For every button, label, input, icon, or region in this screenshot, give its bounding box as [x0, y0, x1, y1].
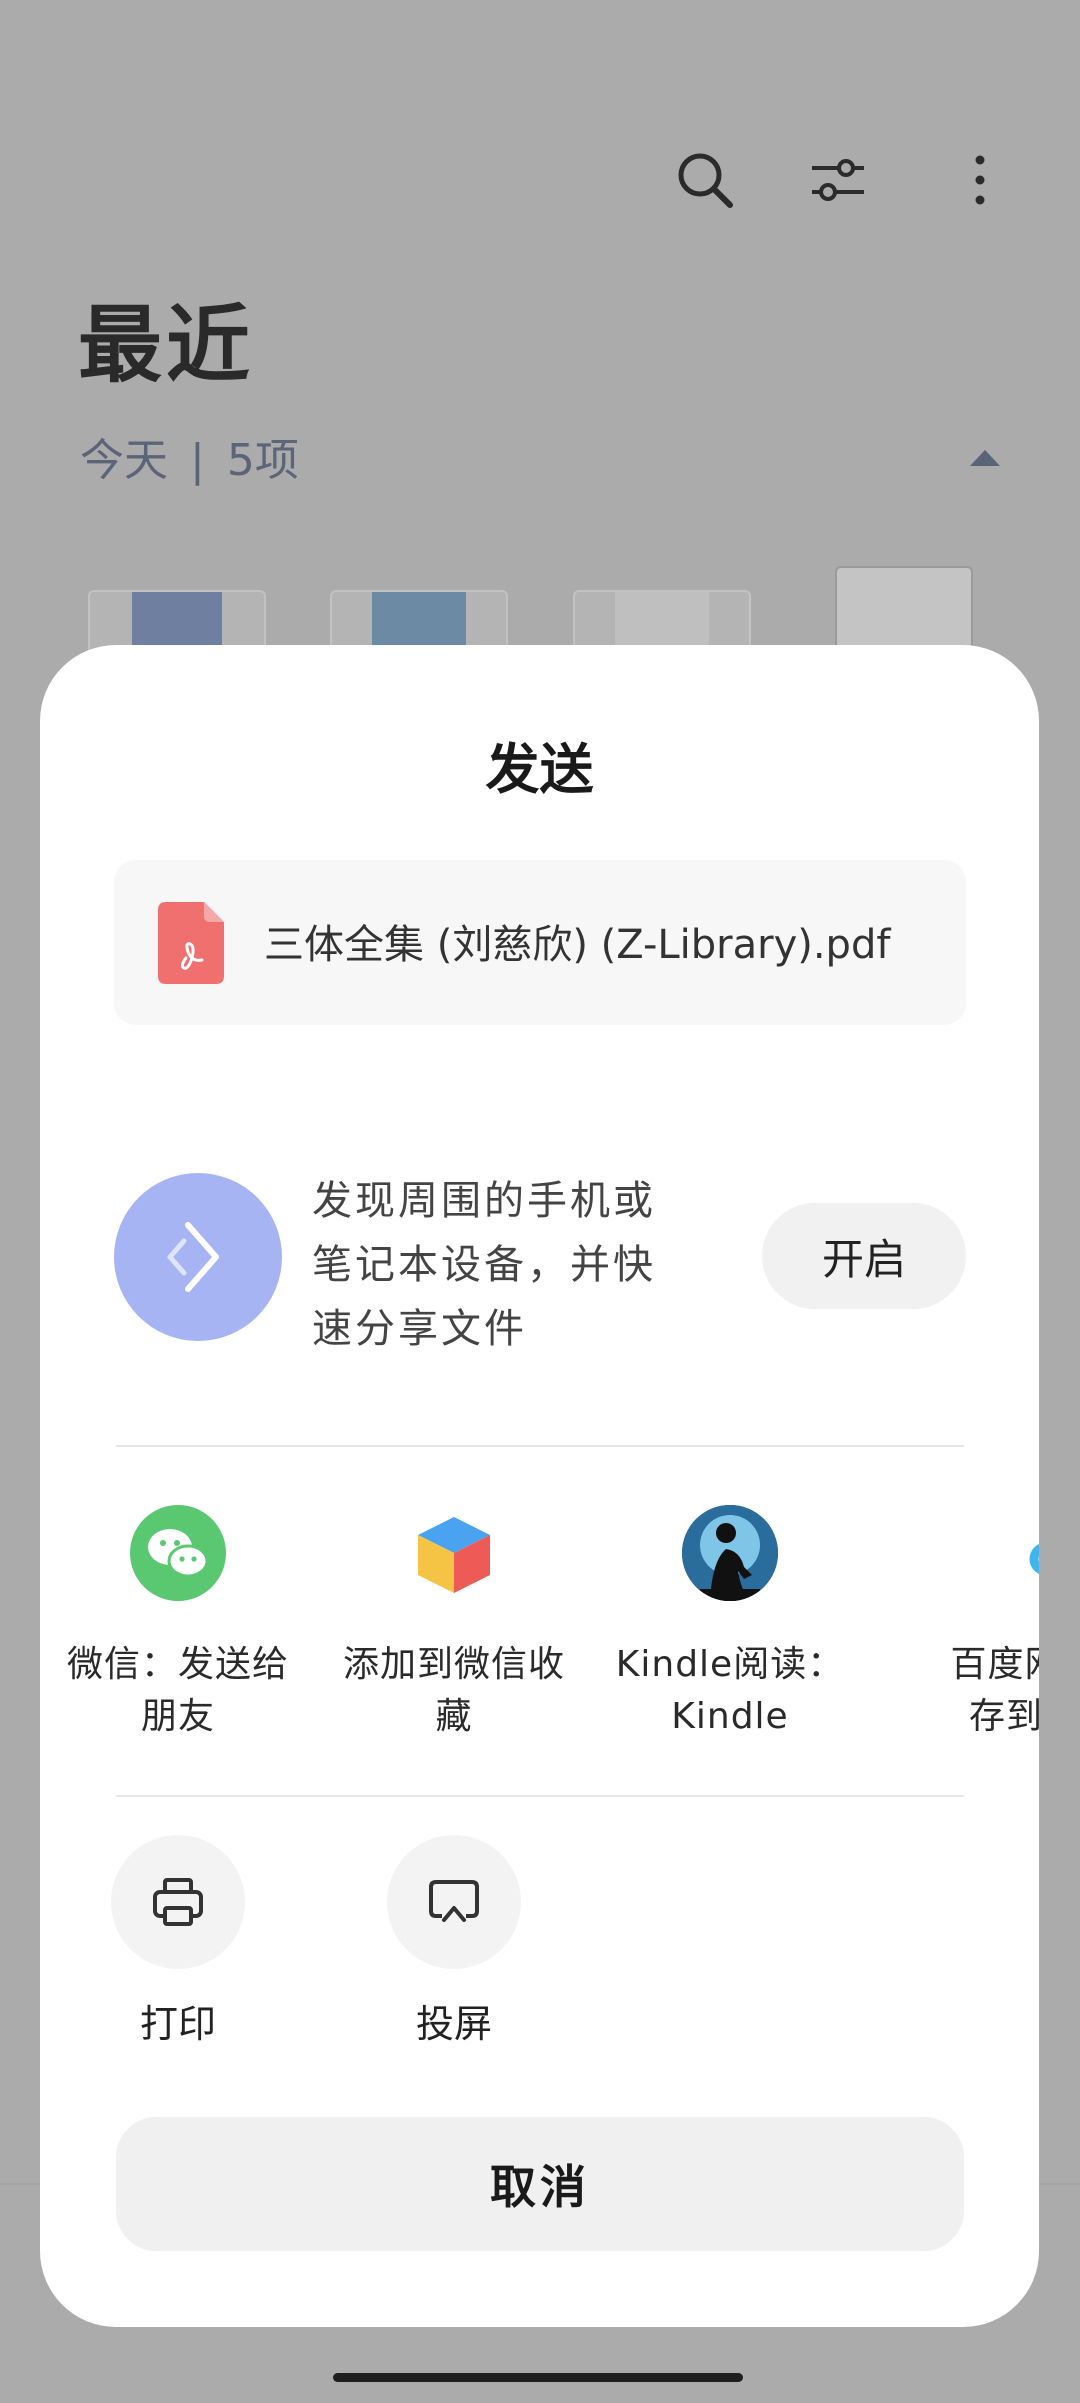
kindle-icon	[682, 1505, 778, 1601]
cancel-button[interactable]: 取消	[116, 2117, 964, 2251]
share-apps-row: 微信：发送给 朋友 添加到微信收 藏 Kindle阅读： Kindle 百度 存…	[40, 1505, 1039, 1765]
app-label: 微信：发送给 朋友	[40, 1639, 316, 1743]
print-action[interactable]: 打印	[40, 1835, 316, 2048]
nearby-share-section: 发现周围的手机或 笔记本设备，并快 速分享文件 开启	[114, 1173, 974, 1353]
app-label-line: Kindle阅读：	[615, 1644, 845, 1685]
wechat-favorites-icon	[406, 1505, 502, 1601]
item-count: 5项	[226, 435, 299, 486]
pdf-file-icon	[158, 902, 224, 984]
nearby-description-line: 发现周围的手机或	[312, 1178, 656, 1224]
enable-nearby-button[interactable]: 开启	[762, 1203, 966, 1309]
printer-icon	[111, 1835, 245, 1969]
nearby-description-line: 速分享文件	[312, 1306, 527, 1352]
file-card: 三体全集 (刘慈欣) (Z-Library).pdf	[114, 860, 966, 1025]
app-label: 百度网 存到	[868, 1639, 1039, 1743]
action-label: 投屏	[415, 2002, 492, 2046]
wechat-icon	[130, 1505, 226, 1601]
divider	[116, 1795, 964, 1797]
share-app-kindle[interactable]: Kindle阅读： Kindle	[592, 1505, 868, 1743]
screencast-icon	[387, 1835, 521, 1969]
more-icon[interactable]	[950, 150, 1010, 210]
nearby-share-description: 发现周围的手机或 笔记本设备，并快 速分享文件	[312, 1169, 672, 1361]
app-label-line: 百度网	[950, 1644, 1039, 1685]
app-label-line: 藏	[435, 1696, 473, 1737]
search-icon[interactable]	[675, 150, 735, 210]
app-label: 添加到微信收 藏	[316, 1639, 592, 1743]
collapse-arrow-icon[interactable]	[970, 450, 1000, 466]
divider	[116, 1445, 964, 1447]
app-label-line: 朋友	[140, 1696, 215, 1737]
nearby-description-line: 笔记本设备，并快	[312, 1242, 656, 1288]
day-label: 今天	[80, 435, 168, 486]
nearby-share-icon	[114, 1173, 282, 1341]
share-actions-row: 打印 投屏	[40, 1835, 1039, 2055]
baidu-netdisk-icon	[958, 1505, 1039, 1601]
share-app-wechat-favorites[interactable]: 添加到微信收 藏	[316, 1505, 592, 1743]
sheet-title: 发送	[485, 737, 594, 801]
filter-icon[interactable]	[808, 150, 868, 210]
screencast-action[interactable]: 投屏	[316, 1835, 592, 2048]
action-label: 打印	[139, 2002, 216, 2046]
share-app-baidu-netdisk[interactable]: 百度网 存到	[868, 1505, 1039, 1743]
app-label-line: Kindle	[671, 1696, 789, 1737]
app-label: Kindle阅读： Kindle	[592, 1639, 868, 1743]
app-label-line: 微信：发送给	[66, 1644, 289, 1685]
page-title: 最近	[78, 295, 255, 394]
recent-subtitle: 今天 | 5项	[80, 424, 299, 488]
share-app-wechat[interactable]: 微信：发送给 朋友	[40, 1505, 316, 1743]
home-indicator[interactable]	[333, 2373, 743, 2382]
file-name: 三体全集 (刘慈欣) (Z-Library).pdf	[264, 922, 891, 968]
share-sheet: 发送 三体全集 (刘慈欣) (Z-Library).pdf 发现周围的手机或 笔…	[40, 645, 1039, 2327]
app-label-line: 添加到微信收	[342, 1644, 565, 1685]
separator: |	[190, 435, 205, 486]
app-label-line: 存到	[968, 1696, 1039, 1737]
